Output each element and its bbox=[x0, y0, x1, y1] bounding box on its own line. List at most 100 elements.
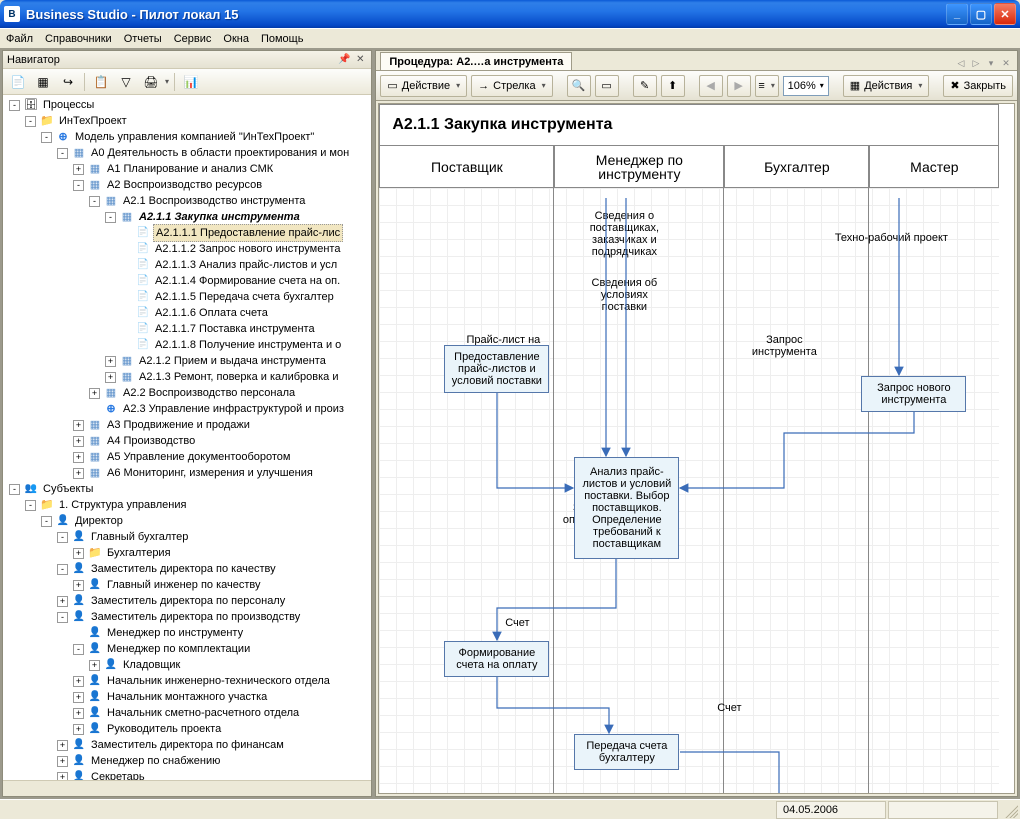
tree-item[interactable]: A2.1.1.8 Получение инструмента и о bbox=[5, 337, 371, 353]
grid-icon[interactable]: ▦ bbox=[32, 71, 54, 93]
expand-icon[interactable]: - bbox=[9, 100, 20, 111]
tree-item[interactable]: -Процессы bbox=[5, 97, 371, 113]
menu-Окна[interactable]: Окна bbox=[223, 33, 249, 45]
print-icon[interactable]: 🖨 bbox=[140, 71, 162, 93]
tree-item[interactable]: -A0 Деятельность в области проектировани… bbox=[5, 145, 371, 161]
pin-icon[interactable]: 📌 bbox=[337, 53, 351, 67]
menu-Отчеты[interactable]: Отчеты bbox=[124, 33, 162, 45]
maximize-button[interactable]: ▢ bbox=[970, 3, 992, 25]
copy-icon[interactable]: 📋 bbox=[90, 71, 112, 93]
expand-icon[interactable]: + bbox=[73, 676, 84, 687]
tree-item[interactable]: -Директор bbox=[5, 513, 371, 529]
back-icon[interactable]: ◀ bbox=[699, 75, 723, 97]
tree-item[interactable]: +Начальник инженерно-технического отдела bbox=[5, 673, 371, 689]
expand-icon[interactable]: - bbox=[105, 212, 116, 223]
expand-icon[interactable]: + bbox=[73, 436, 84, 447]
expand-icon[interactable]: - bbox=[57, 564, 68, 575]
expand-icon[interactable] bbox=[121, 340, 132, 351]
node-newrequest[interactable]: Запрос нового инструмента bbox=[861, 376, 966, 412]
tab-menu-icon[interactable]: ▾ bbox=[984, 56, 998, 70]
tree-item[interactable]: A2.1.1.3 Анализ прайс-листов и усл bbox=[5, 257, 371, 273]
expand-icon[interactable] bbox=[73, 628, 84, 639]
expand-icon[interactable] bbox=[89, 404, 100, 415]
expand-icon[interactable]: - bbox=[57, 532, 68, 543]
expand-icon[interactable]: + bbox=[89, 660, 100, 671]
tree-item[interactable]: +Заместитель директора по финансам bbox=[5, 737, 371, 753]
expand-icon[interactable]: - bbox=[73, 644, 84, 655]
close-button[interactable]: ✕ bbox=[994, 3, 1016, 25]
tree-item[interactable]: +A6 Мониторинг, измерения и улучшения bbox=[5, 465, 371, 481]
tree-item[interactable]: -A2.1 Воспроизводство инструмента bbox=[5, 193, 371, 209]
tree-item[interactable]: +Начальник сметно-расчетного отдела bbox=[5, 705, 371, 721]
chart-icon[interactable]: 📊 bbox=[180, 71, 202, 93]
tree-item[interactable]: +A1 Планирование и анализ СМК bbox=[5, 161, 371, 177]
tree-item[interactable]: -Субъекты bbox=[5, 481, 371, 497]
tree-item[interactable]: +A2.1.2 Прием и выдача инструмента bbox=[5, 353, 371, 369]
edit-icon[interactable]: ✎ bbox=[633, 75, 657, 97]
tree-item[interactable]: +A4 Производство bbox=[5, 433, 371, 449]
close-diagram-button[interactable]: ✖ Закрыть bbox=[943, 75, 1013, 97]
horizontal-scrollbar[interactable] bbox=[3, 780, 371, 796]
expand-icon[interactable]: + bbox=[57, 596, 68, 607]
expand-icon[interactable]: - bbox=[57, 148, 68, 159]
expand-icon[interactable]: + bbox=[73, 548, 84, 559]
tree-item[interactable]: -1. Структура управления bbox=[5, 497, 371, 513]
page-icon[interactable]: ▭ bbox=[595, 75, 619, 97]
filter-icon[interactable]: ▽ bbox=[115, 71, 137, 93]
tree-item[interactable]: +A5 Управление документооборотом bbox=[5, 449, 371, 465]
action-button[interactable]: ▭ Действие▾ bbox=[380, 75, 467, 97]
menu-Файл[interactable]: Файл bbox=[6, 33, 33, 45]
node-forminvoice[interactable]: Формирование счета на оплату bbox=[444, 641, 549, 677]
redo-icon[interactable]: ↪ bbox=[57, 71, 79, 93]
actions-button[interactable]: ▦ Действия▾ bbox=[843, 75, 930, 97]
tree-item[interactable]: A2.1.1.5 Передача счета бухгалтер bbox=[5, 289, 371, 305]
expand-icon[interactable]: - bbox=[73, 180, 84, 191]
expand-icon[interactable] bbox=[121, 260, 132, 271]
menu-Справочники[interactable]: Справочники bbox=[45, 33, 112, 45]
expand-icon[interactable] bbox=[121, 244, 132, 255]
expand-icon[interactable]: + bbox=[73, 452, 84, 463]
canvas[interactable]: A2.1.1 Закупка инструмента ПоставщикМене… bbox=[378, 103, 1015, 794]
expand-icon[interactable]: + bbox=[105, 356, 116, 367]
expand-icon[interactable]: + bbox=[57, 756, 68, 767]
tree-item[interactable]: A2.1.1.7 Поставка инструмента bbox=[5, 321, 371, 337]
tree-item[interactable]: -ИнТехПроект bbox=[5, 113, 371, 129]
tree-item[interactable]: +Руководитель проекта bbox=[5, 721, 371, 737]
tree-item[interactable]: -A2 Воспроизводство ресурсов bbox=[5, 177, 371, 193]
expand-icon[interactable]: - bbox=[25, 500, 36, 511]
expand-icon[interactable] bbox=[121, 276, 132, 287]
tab-procedure[interactable]: Процедура: A2.…а инструмента bbox=[380, 52, 572, 70]
tree-item[interactable]: -Заместитель директора по производству bbox=[5, 609, 371, 625]
tree-item[interactable]: А2.3 Управление инфраструктурой и произ bbox=[5, 401, 371, 417]
tree-item[interactable]: +Кладовщик bbox=[5, 657, 371, 673]
tree-item[interactable]: Менеджер по инструменту bbox=[5, 625, 371, 641]
close-pane-icon[interactable]: ✕ bbox=[353, 53, 367, 67]
tree-scroll[interactable]: -Процессы-ИнТехПроект-Модель управления … bbox=[3, 95, 371, 780]
tree-item[interactable]: -Главный бухгалтер bbox=[5, 529, 371, 545]
tree-item[interactable]: +Секретарь bbox=[5, 769, 371, 780]
menu-Сервис[interactable]: Сервис bbox=[174, 33, 212, 45]
arrow-button[interactable]: → Стрелка▾ bbox=[471, 75, 552, 97]
tab-next-icon[interactable]: ▷ bbox=[969, 56, 983, 70]
expand-icon[interactable]: + bbox=[73, 580, 84, 591]
tree-item[interactable]: +Бухгалтерия bbox=[5, 545, 371, 561]
expand-icon[interactable]: + bbox=[89, 388, 100, 399]
expand-icon[interactable]: + bbox=[57, 772, 68, 781]
expand-icon[interactable]: - bbox=[25, 116, 36, 127]
tree-item[interactable]: A2.1.1.1 Предоставление прайс-лис bbox=[5, 225, 371, 241]
node-transferinvoice[interactable]: Передача счета бухгалтеру bbox=[574, 734, 679, 770]
forward-icon[interactable]: ▶ bbox=[727, 75, 751, 97]
tree-item[interactable]: A2.1.1.2 Запрос нового инструмента bbox=[5, 241, 371, 257]
expand-icon[interactable] bbox=[121, 324, 132, 335]
expand-icon[interactable]: + bbox=[57, 740, 68, 751]
tab-prev-icon[interactable]: ◁ bbox=[954, 56, 968, 70]
expand-icon[interactable]: - bbox=[89, 196, 100, 207]
expand-icon[interactable]: + bbox=[73, 692, 84, 703]
tree-item[interactable]: -A2.1.1 Закупка инструмента bbox=[5, 209, 371, 225]
expand-icon[interactable]: - bbox=[57, 612, 68, 623]
tree-item[interactable]: +Начальник монтажного участка bbox=[5, 689, 371, 705]
tree-item[interactable]: +А2.1.3 Ремонт, поверка и калибровка и bbox=[5, 369, 371, 385]
tree-item[interactable]: -Модель управления компанией "ИнТехПроек… bbox=[5, 129, 371, 145]
resize-grip-icon[interactable] bbox=[1002, 802, 1018, 818]
tree-item[interactable]: -Заместитель директора по качеству bbox=[5, 561, 371, 577]
